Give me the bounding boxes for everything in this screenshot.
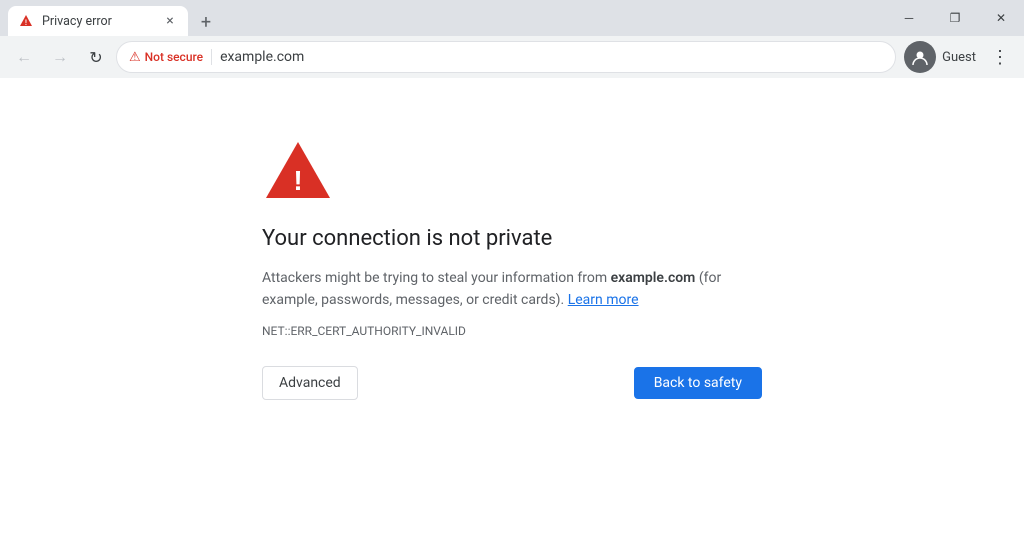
profile-area: Guest — [900, 41, 980, 73]
chrome-menu-button[interactable]: ⋮ — [984, 41, 1016, 73]
title-bar: ! Privacy error × + ─ ❐ ✕ — [0, 0, 1024, 36]
error-code: NET::ERR_CERT_AUTHORITY_INVALID — [262, 324, 466, 338]
reload-button[interactable]: ↻ — [80, 41, 112, 73]
tab-close-button[interactable]: × — [162, 13, 178, 29]
profile-label: Guest — [942, 50, 976, 65]
profile-button[interactable] — [904, 41, 936, 73]
minimize-button[interactable]: ─ — [886, 0, 932, 36]
warning-icon: ⚠ — [129, 50, 141, 65]
page-content: ! Your connection is not private Attacke… — [0, 78, 1024, 543]
error-description: Attackers might be trying to steal your … — [262, 267, 762, 312]
tab-strip: ! Privacy error × + — [0, 0, 220, 36]
learn-more-link[interactable]: Learn more — [568, 292, 639, 308]
advanced-button[interactable]: Advanced — [262, 366, 358, 400]
danger-triangle-icon: ! — [262, 138, 334, 202]
forward-button[interactable]: → — [44, 41, 76, 73]
maximize-button[interactable]: ❐ — [932, 0, 978, 36]
error-container: ! Your connection is not private Attacke… — [262, 138, 762, 400]
security-label: Not secure — [145, 50, 203, 64]
warning-icon-wrap: ! — [262, 138, 334, 206]
address-bar[interactable]: ⚠ Not secure example.com — [116, 41, 896, 73]
back-button[interactable]: ← — [8, 41, 40, 73]
description-before: Attackers might be trying to steal your … — [262, 270, 611, 286]
back-to-safety-button[interactable]: Back to safety — [634, 367, 762, 399]
url-display: example.com — [220, 49, 304, 65]
button-row: Advanced Back to safety — [262, 366, 762, 400]
toolbar: ← → ↻ ⚠ Not secure example.com Guest ⋮ — [0, 36, 1024, 78]
new-tab-button[interactable]: + — [192, 8, 220, 36]
svg-text:!: ! — [293, 165, 302, 196]
close-button[interactable]: ✕ — [978, 0, 1024, 36]
window-controls: ─ ❐ ✕ — [886, 0, 1024, 36]
tab-favicon: ! — [18, 13, 34, 29]
browser-window: ! Privacy error × + ─ ❐ ✕ ← → ↻ ⚠ Not se… — [0, 0, 1024, 543]
address-bar-divider — [211, 49, 212, 65]
error-domain: example.com — [611, 270, 696, 286]
security-indicator[interactable]: ⚠ Not secure — [129, 50, 203, 65]
active-tab[interactable]: ! Privacy error × — [8, 6, 188, 36]
error-title: Your connection is not private — [262, 226, 552, 251]
tab-title: Privacy error — [42, 14, 154, 29]
svg-text:!: ! — [25, 19, 27, 27]
